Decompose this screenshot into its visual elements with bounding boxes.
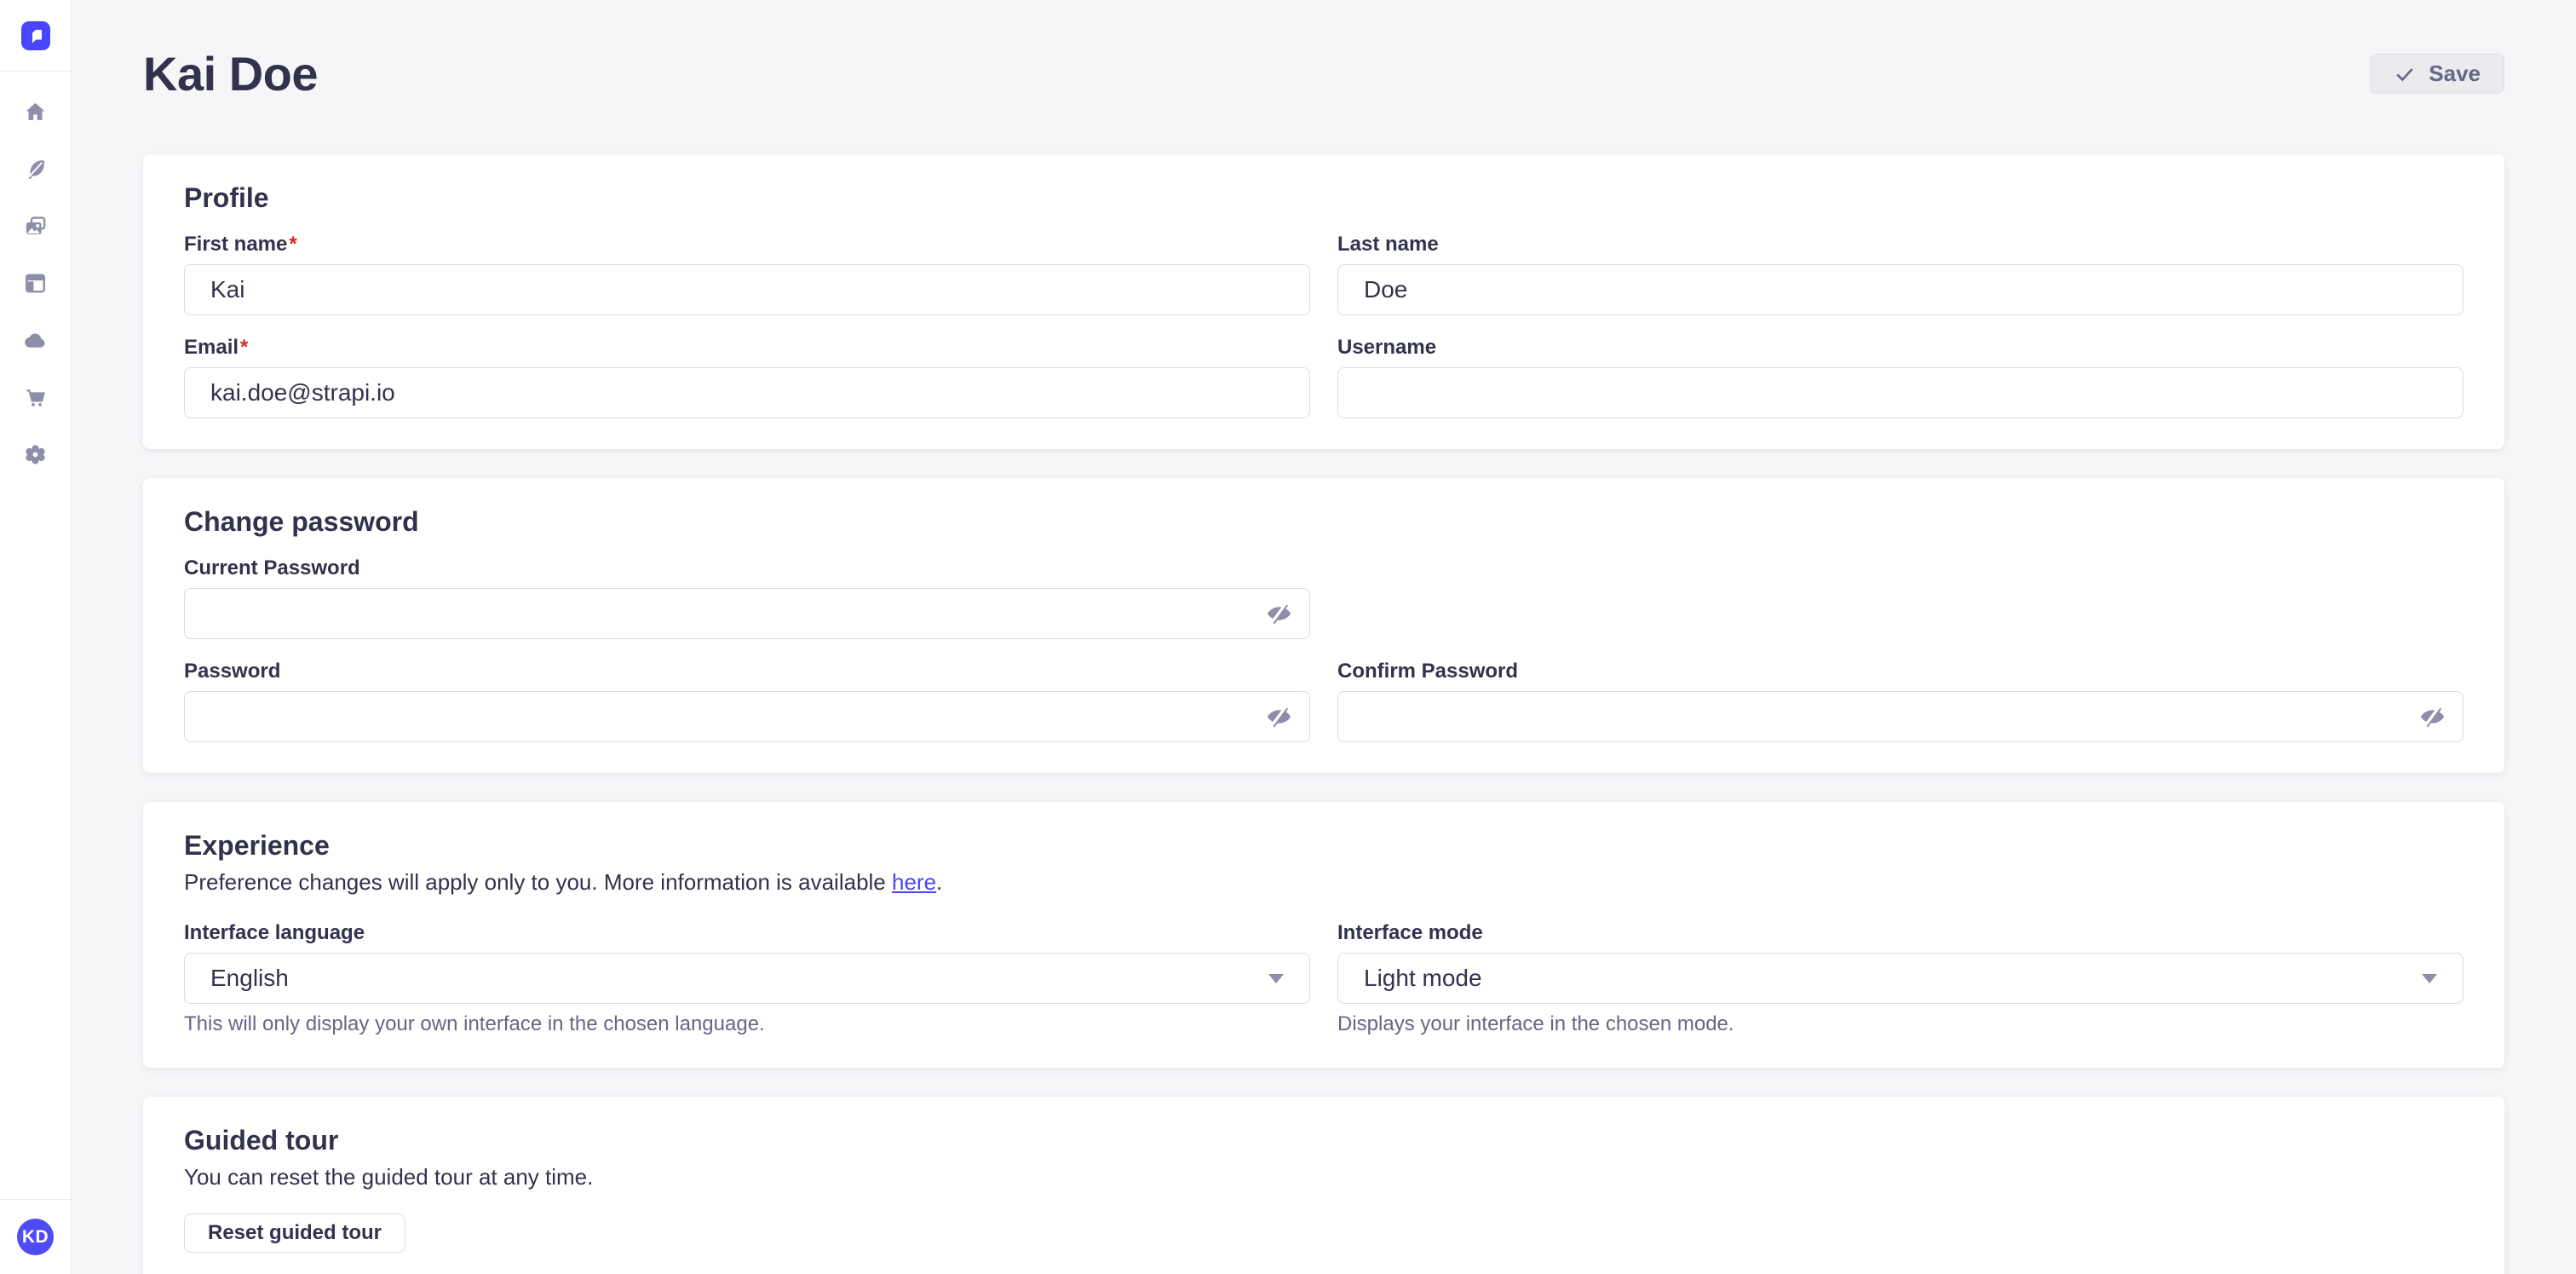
eye-slash-icon (1265, 706, 1293, 728)
interface-language-label: Interface language (184, 920, 1310, 946)
eye-slash-icon (2418, 706, 2447, 728)
sidebar-item-marketplace[interactable] (17, 384, 55, 410)
interface-language-value: English (210, 965, 289, 992)
experience-card: Experience Preference changes will apply… (143, 802, 2504, 1068)
strapi-logo-box[interactable] (0, 0, 71, 72)
username-field-group: Username (1337, 335, 2464, 418)
first-name-field-group: First name* (184, 232, 1310, 315)
eye-slash-icon (1265, 602, 1293, 625)
toggle-new-password-visibility-button[interactable] (1265, 706, 1293, 728)
save-button-label: Save (2429, 61, 2481, 87)
guided-tour-description: You can reset the guided tour at any tim… (184, 1162, 2464, 1191)
experience-title: Experience (184, 828, 2464, 862)
interface-language-select[interactable]: English (184, 953, 1310, 1004)
content-manager-icon (23, 157, 48, 182)
sidebar-item-content-type-builder[interactable] (17, 270, 55, 296)
profile-card: Profile First name* Last name Email* Use… (143, 154, 2504, 449)
interface-language-hint: This will only display your own interfac… (184, 1012, 1310, 1037)
content-type-builder-icon (23, 271, 48, 296)
first-name-input[interactable] (184, 264, 1310, 315)
current-password-label: Current Password (184, 556, 1310, 581)
email-label: Email* (184, 335, 1310, 360)
last-name-label: Last name (1337, 232, 2464, 257)
interface-mode-select[interactable]: Light mode (1337, 953, 2464, 1004)
reset-guided-tour-button[interactable]: Reset guided tour (184, 1213, 405, 1253)
interface-mode-value: Light mode (1364, 965, 1482, 992)
strapi-logo-icon (21, 21, 50, 50)
interface-mode-hint: Displays your interface in the chosen mo… (1337, 1012, 2464, 1037)
new-password-field-group: Password (184, 659, 1310, 742)
chevron-down-icon (1268, 974, 1284, 983)
sidebar: KD (0, 0, 72, 1274)
more-information-link[interactable]: here (892, 869, 936, 895)
change-password-card: Change password Current Password (143, 478, 2504, 773)
required-marker: * (289, 233, 296, 256)
experience-description: Preference changes will apply only to yo… (184, 868, 2464, 896)
interface-mode-field-group: Interface mode Light mode Displays your … (1337, 920, 2464, 1037)
page-title: Kai Doe (143, 46, 318, 101)
confirm-password-input[interactable] (1337, 691, 2464, 742)
sidebar-item-media-library[interactable] (17, 213, 55, 239)
current-password-field-group: Current Password (184, 556, 1310, 639)
new-password-input[interactable] (184, 691, 1310, 742)
settings-icon (23, 442, 48, 467)
required-marker: * (240, 336, 248, 359)
home-icon (23, 100, 48, 124)
cloud-icon (23, 328, 48, 353)
email-input[interactable] (184, 367, 1310, 418)
email-field-group: Email* (184, 335, 1310, 418)
last-name-input[interactable] (1337, 264, 2464, 315)
username-input[interactable] (1337, 367, 2464, 418)
sidebar-item-settings[interactable] (17, 441, 55, 467)
username-label: Username (1337, 335, 2464, 360)
profile-card-title: Profile (184, 181, 2464, 215)
sidebar-item-cloud[interactable] (17, 327, 55, 353)
guided-tour-card: Guided tour You can reset the guided tou… (143, 1097, 2504, 1274)
change-password-title: Change password (184, 504, 2464, 539)
new-password-label: Password (184, 659, 1310, 684)
save-button[interactable]: Save (2370, 54, 2504, 94)
sidebar-nav (0, 72, 71, 1199)
interface-mode-label: Interface mode (1337, 920, 2464, 946)
avatar-box: KD (0, 1199, 71, 1274)
main-content: Kai Doe Save Profile First name* Last na… (72, 0, 2576, 1274)
confirm-password-field-group: Confirm Password (1337, 659, 2464, 742)
last-name-field-group: Last name (1337, 232, 2464, 315)
first-name-label: First name* (184, 232, 1310, 257)
marketplace-icon (23, 385, 48, 410)
media-library-icon (23, 214, 48, 239)
sidebar-item-home[interactable] (17, 99, 55, 124)
toggle-confirm-password-visibility-button[interactable] (2418, 706, 2447, 728)
check-icon (2394, 63, 2416, 85)
confirm-password-label: Confirm Password (1337, 659, 2464, 684)
chevron-down-icon (2422, 974, 2437, 983)
page-header: Kai Doe Save (143, 0, 2504, 101)
toggle-current-password-visibility-button[interactable] (1265, 602, 1293, 625)
guided-tour-title: Guided tour (184, 1123, 2464, 1157)
current-password-input[interactable] (184, 588, 1310, 639)
avatar[interactable]: KD (17, 1219, 54, 1255)
sidebar-item-content-manager[interactable] (17, 156, 55, 182)
interface-language-field-group: Interface language English This will onl… (184, 920, 1310, 1037)
